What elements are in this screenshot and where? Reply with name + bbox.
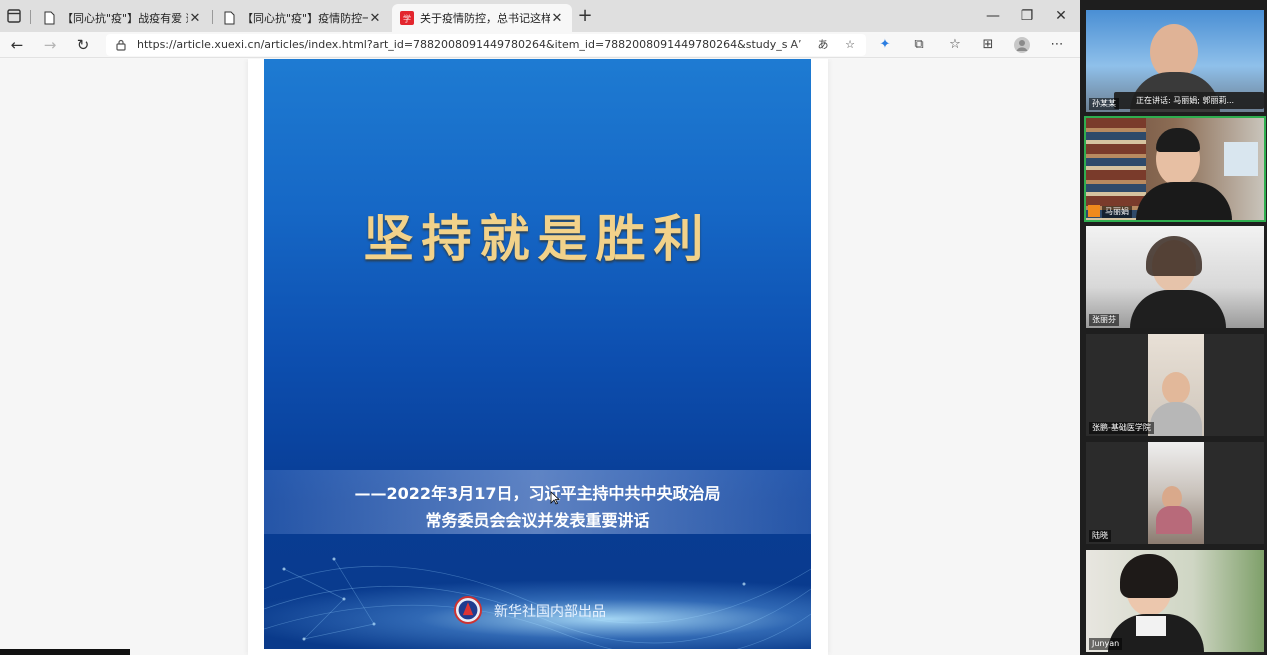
window-background xyxy=(1224,142,1258,176)
tab-3-title: 关于疫情防控，总书记这样说 xyxy=(420,12,550,25)
extension-sparkle-icon[interactable]: ✦ xyxy=(876,36,894,54)
maximize-button[interactable]: ❐ xyxy=(1017,6,1037,26)
browser-window: 【同心抗"疫"】战疫有爱 逆行无惧 ✕ 【同心抗"疫"】疫情防控一线"尖 ✕ 学… xyxy=(0,0,1080,655)
tab-1-title: 【同心抗"疫"】战疫有爱 逆行无惧 xyxy=(62,12,188,25)
participant-tile-6[interactable]: Junyan xyxy=(1086,550,1264,652)
participant-tile-3[interactable]: 张丽芬 xyxy=(1086,226,1264,328)
participant-hair xyxy=(1156,128,1200,152)
tab-actions-icon[interactable] xyxy=(6,8,22,24)
video-participants-panel: 正在讲话: 马丽娟; 郭丽莉... 孙某某 马丽娟 张丽芬 张鹏-基础医学院 陆… xyxy=(1080,0,1267,655)
read-aloud-icon[interactable]: Aʼ xyxy=(788,37,804,53)
tab-3-active[interactable]: 学 关于疫情防控，总书记这样说 ✕ xyxy=(392,4,572,32)
close-icon[interactable]: ✕ xyxy=(188,11,202,26)
profile-avatar-icon[interactable] xyxy=(1013,36,1031,54)
address-bar[interactable]: https://article.xuexi.cn/articles/index.… xyxy=(106,34,866,56)
participant-name: 孙某某 xyxy=(1089,98,1119,110)
forward-arrow-icon[interactable]: → xyxy=(40,35,60,55)
xinhua-logo-icon xyxy=(454,596,482,624)
tab-separator xyxy=(212,10,213,24)
participant-name: 张丽芬 xyxy=(1089,314,1119,326)
participant-name: Junyan xyxy=(1089,638,1123,650)
participant-tile-2[interactable]: 马丽娟 xyxy=(1084,116,1266,222)
participant-collar xyxy=(1136,616,1166,636)
minimize-button[interactable]: — xyxy=(983,6,1003,26)
close-icon[interactable]: ✕ xyxy=(368,11,382,26)
host-icon xyxy=(1088,205,1100,217)
poster-credit: 新华社国内部出品 xyxy=(494,604,606,620)
new-tab-button[interactable]: + xyxy=(576,6,594,26)
poster-subtitle-line-2: 常务委员会会议并发表重要讲话 xyxy=(425,511,650,530)
participant-video xyxy=(1130,290,1226,328)
collections-icon[interactable]: ⊞ xyxy=(979,36,997,54)
tab-bar: 【同心抗"疫"】战疫有爱 逆行无惧 ✕ 【同心抗"疫"】疫情防控一线"尖 ✕ 学… xyxy=(0,0,1080,32)
poster-headline: 坚持就是胜利 xyxy=(363,209,712,268)
close-window-button[interactable]: ✕ xyxy=(1051,6,1071,26)
page-icon xyxy=(44,11,55,25)
participant-video xyxy=(1156,506,1192,534)
navigation-toolbar: ← → ↻ https://article.xuexi.cn/articles/… xyxy=(0,32,1080,58)
participant-hair xyxy=(1146,236,1202,276)
favorites-list-icon[interactable]: ☆ xyxy=(946,36,964,54)
participant-name: 马丽娟 xyxy=(1102,206,1132,218)
extensions-puzzle-icon[interactable]: ⧉ xyxy=(910,36,928,54)
participant-tile-1[interactable]: 正在讲话: 马丽娟; 郭丽莉... 孙某某 xyxy=(1086,10,1264,112)
back-arrow-icon[interactable]: ← xyxy=(7,35,27,55)
poster-subtitle-line-1: ——2022年3月17日，习近平主持中共中央政治局 xyxy=(354,484,721,503)
participant-tile-4[interactable]: 张鹏-基础医学院 xyxy=(1086,334,1264,436)
participant-name: 陆晓 xyxy=(1089,530,1111,542)
url-text[interactable]: https://article.xuexi.cn/articles/index.… xyxy=(137,38,787,51)
participant-hair xyxy=(1120,554,1178,598)
participant-video xyxy=(1136,182,1232,220)
tab-2[interactable]: 【同心抗"疫"】疫情防控一线"尖 ✕ xyxy=(214,4,390,32)
taskbar-strip xyxy=(0,649,130,655)
tab-1[interactable]: 【同心抗"疫"】战疫有爱 逆行无惧 ✕ xyxy=(34,4,210,32)
close-icon[interactable]: ✕ xyxy=(550,11,564,26)
participant-video xyxy=(1162,372,1190,404)
svg-text:学: 学 xyxy=(403,14,411,24)
xuexi-logo-icon: 学 xyxy=(400,11,414,25)
tab-separator xyxy=(30,10,31,24)
translate-icon[interactable]: あ xyxy=(815,37,831,53)
participant-name: 张鹏-基础医学院 xyxy=(1089,422,1154,434)
more-menu-icon[interactable]: ⋯ xyxy=(1048,36,1066,54)
favorite-star-icon[interactable]: ☆ xyxy=(842,37,858,53)
article-page: 坚持就是胜利 ——2022年3月17日，习近平主持中共中央政治局 常务委员会会议… xyxy=(0,59,1080,655)
refresh-icon[interactable]: ↻ xyxy=(73,35,93,55)
tab-2-title: 【同心抗"疫"】疫情防控一线"尖 xyxy=(242,12,368,25)
participant-tile-5[interactable]: 陆晓 xyxy=(1086,442,1264,544)
mouse-cursor-icon xyxy=(550,491,560,505)
page-icon xyxy=(224,11,235,25)
article-poster-image: 坚持就是胜利 ——2022年3月17日，习近平主持中共中央政治局 常务委员会会议… xyxy=(264,59,811,649)
lock-icon[interactable] xyxy=(115,39,127,51)
speaking-banner: 正在讲话: 马丽娟; 郭丽莉... xyxy=(1114,92,1264,109)
